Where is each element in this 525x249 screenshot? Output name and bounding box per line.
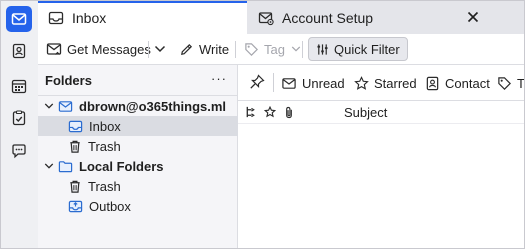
folder-pane-title: Folders [45, 73, 92, 88]
tag-button[interactable]: Tag [244, 37, 301, 61]
app-window: Inbox Account Setup Get Messages Write T… [0, 0, 525, 249]
folder-pane-header: Folders ··· [38, 65, 237, 96]
chevron-down-icon[interactable] [43, 101, 55, 111]
star-icon[interactable] [264, 106, 276, 118]
folder-pane: Folders ··· dbrown@o365things.ml Inbox T… [38, 65, 267, 248]
get-messages-button[interactable]: Get Messages [46, 37, 151, 61]
contact-label: Contact [445, 75, 490, 91]
folder-label: Outbox [89, 198, 131, 214]
get-messages-label: Get Messages [67, 41, 151, 57]
chevron-down-icon[interactable] [43, 161, 55, 171]
account-mail-icon [58, 99, 73, 114]
chevron-down-icon [154, 43, 166, 55]
inbox-folder-icon [68, 119, 83, 134]
chat-icon [11, 143, 27, 159]
mail-space-button[interactable] [6, 6, 32, 32]
star-icon [354, 75, 369, 91]
quick-filter-button[interactable]: Quick Filter [308, 37, 408, 61]
local-folders-label: Local Folders [79, 158, 164, 174]
inbox-tab-icon [48, 10, 64, 26]
folder-icon [58, 159, 73, 174]
tab-inbox[interactable]: Inbox [38, 1, 247, 34]
quick-filter-separator [273, 73, 274, 92]
trash-icon [68, 139, 82, 154]
tab-account-setup[interactable]: Account Setup [248, 1, 498, 34]
tag-label: Tag [264, 41, 285, 57]
contact-filter-button[interactable]: Contact [425, 74, 490, 92]
folder-trash[interactable]: Trash [38, 136, 267, 156]
trash-icon [68, 179, 82, 194]
chat-space-button[interactable] [6, 138, 32, 164]
tags-label: Ta [517, 75, 524, 91]
subject-column-header[interactable]: Subject [344, 105, 387, 120]
tab-label: Account Setup [282, 9, 374, 26]
get-messages-dropdown[interactable] [154, 37, 166, 61]
starred-filter-button[interactable]: Starred [354, 74, 417, 92]
tasks-space-button[interactable] [6, 105, 32, 131]
tag-icon [497, 76, 512, 91]
calendar-icon [11, 78, 27, 94]
mail-icon [11, 11, 27, 27]
unread-icon [281, 76, 297, 91]
quick-filter-bar: Unread Starred Contact Ta [238, 65, 524, 101]
thread-column-header: Subject [238, 101, 524, 124]
folder-pane-menu-button[interactable]: ··· [211, 71, 227, 86]
address-book-space-button[interactable] [6, 38, 32, 64]
pencil-icon [179, 42, 194, 57]
unread-label: Unread [302, 75, 345, 91]
account-setup-icon [258, 10, 274, 26]
thread-column-icon[interactable] [245, 106, 257, 119]
toolbar-separator [235, 41, 236, 58]
folder-label: Trash [88, 178, 121, 194]
get-messages-icon [46, 41, 62, 57]
mail-toolbar: Get Messages Write Tag Quick Filter [38, 34, 524, 65]
folder-local-trash[interactable]: Trash [38, 176, 267, 196]
contact-icon [425, 76, 440, 91]
tasks-icon [11, 110, 27, 126]
calendar-space-button[interactable] [6, 73, 32, 99]
folder-inbox[interactable]: Inbox [38, 116, 267, 136]
write-label: Write [199, 41, 230, 57]
tab-strip: Inbox Account Setup [38, 1, 524, 34]
folder-label: Trash [88, 138, 121, 154]
address-book-icon [11, 43, 27, 59]
chevron-down-icon [291, 44, 301, 54]
folder-account[interactable]: dbrown@o365things.ml [38, 96, 242, 116]
tags-filter-button[interactable]: Ta [497, 74, 524, 92]
attachment-icon[interactable] [284, 106, 294, 119]
filter-icon [316, 43, 329, 56]
tag-icon [244, 42, 259, 57]
account-name: dbrown@o365things.ml [79, 98, 227, 114]
folder-label: Inbox [89, 118, 121, 134]
toolbar-separator [302, 41, 303, 58]
folder-local-folders[interactable]: Local Folders [38, 156, 242, 176]
toolbar-separator [148, 41, 149, 58]
thread-pane: Unread Starred Contact Ta [238, 65, 524, 248]
outbox-icon [68, 199, 83, 214]
folder-outbox[interactable]: Outbox [38, 196, 267, 216]
tab-label: Inbox [72, 9, 107, 26]
write-button[interactable]: Write [179, 37, 229, 61]
close-icon[interactable] [464, 8, 482, 26]
quick-filter-label: Quick Filter [334, 41, 400, 57]
spaces-toolbar [1, 1, 39, 248]
unread-filter-button[interactable]: Unread [281, 74, 345, 92]
pin-icon[interactable] [249, 74, 265, 90]
starred-label: Starred [374, 75, 417, 91]
